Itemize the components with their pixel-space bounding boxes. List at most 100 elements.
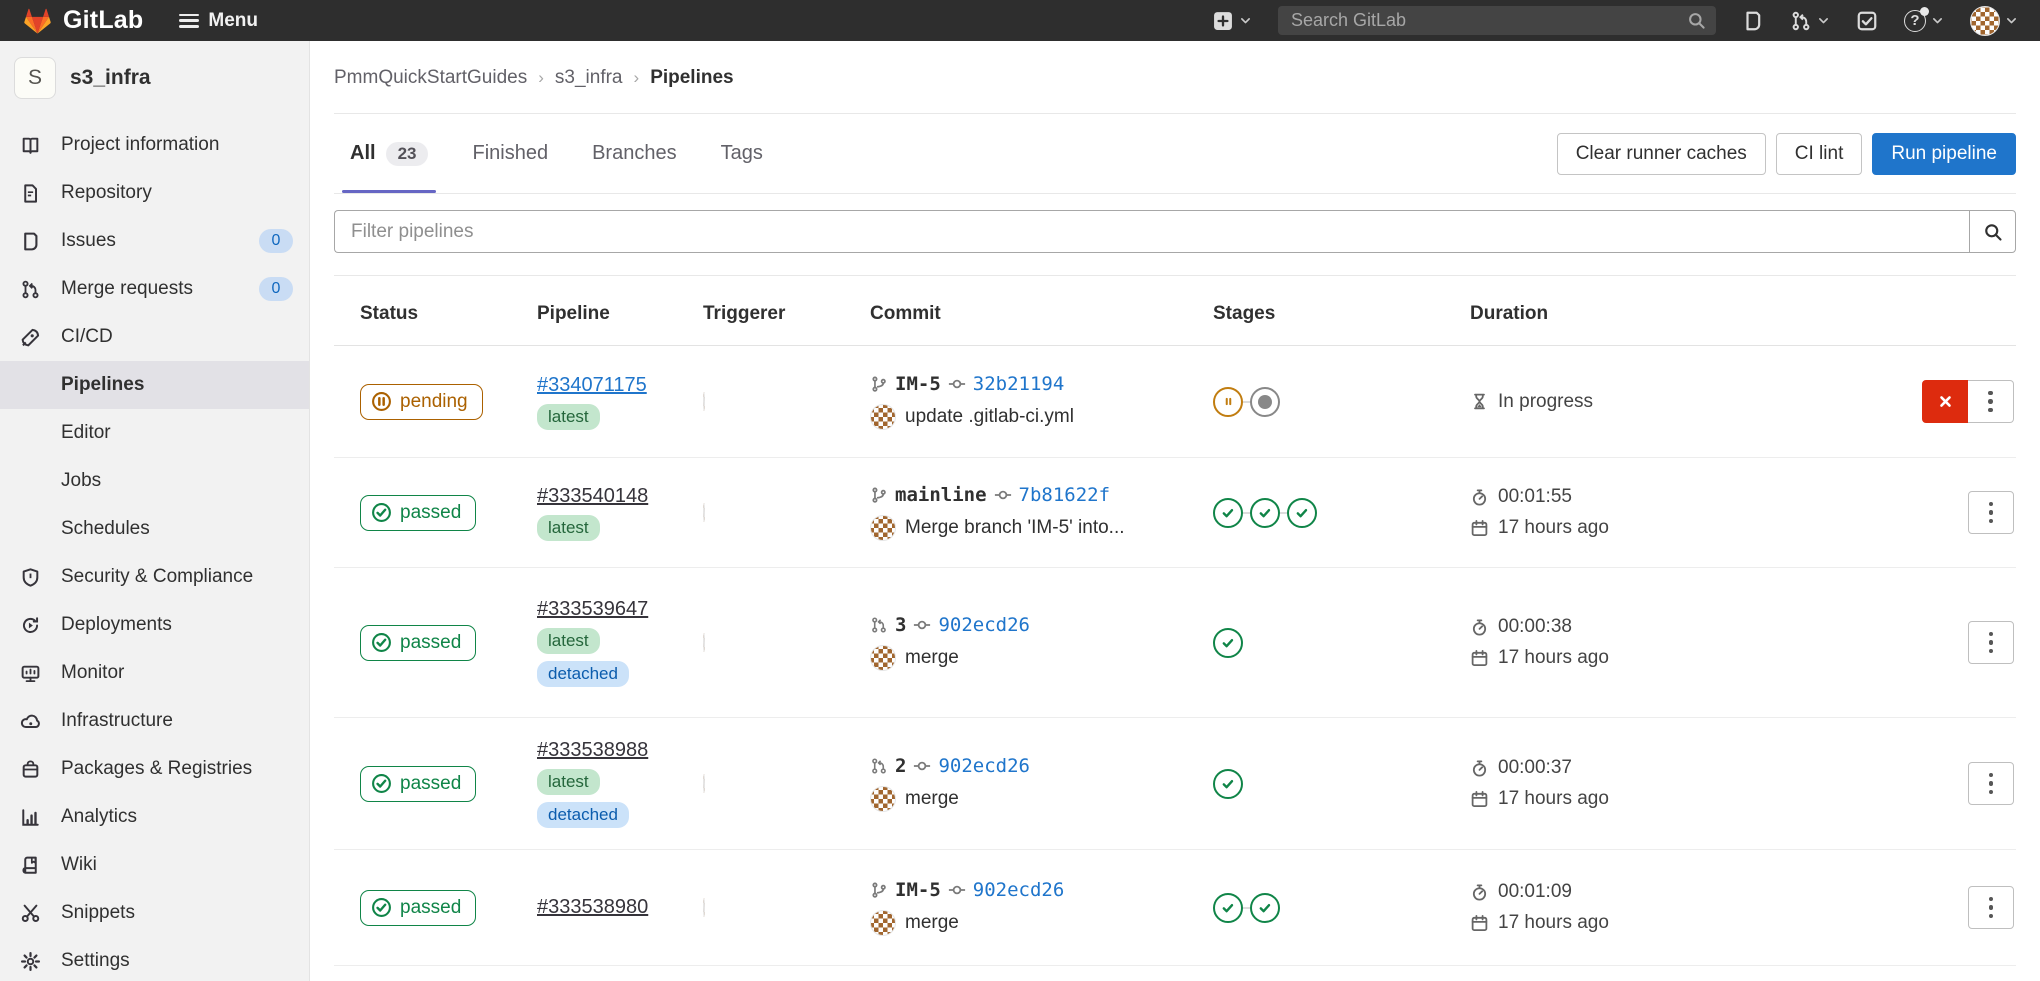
merge-requests-shortcut-button[interactable]	[1790, 10, 1830, 32]
project-context-header[interactable]: S s3_infra	[0, 41, 309, 113]
sidebar-item-cicd[interactable]: CI/CD	[0, 313, 309, 361]
cancel-pipeline-button[interactable]	[1922, 380, 1968, 423]
menu-button[interactable]: Menu	[179, 10, 258, 32]
commit-message-link[interactable]: Merge branch 'IM-5' into...	[905, 517, 1125, 539]
pipeline-row: passed #333538980 IM-5 902ecd26 merge 0	[334, 850, 2016, 966]
triggerer-avatar[interactable]	[703, 633, 705, 652]
run-pipeline-button[interactable]: Run pipeline	[1872, 133, 2016, 175]
sidebar-item-issues[interactable]: Issues 0	[0, 217, 309, 265]
commit-message-link[interactable]: merge	[905, 788, 959, 810]
ref-link[interactable]: 3	[895, 614, 906, 636]
stage-passed-icon[interactable]	[1287, 498, 1317, 528]
pipeline-link[interactable]: #333538988	[537, 739, 648, 762]
new-menu-button[interactable]	[1212, 10, 1252, 32]
pipeline-actions-menu-button[interactable]	[1968, 621, 2014, 664]
sidebar-item-merge-requests[interactable]: Merge requests 0	[0, 265, 309, 313]
check-circle-icon	[371, 897, 392, 918]
package-icon	[20, 759, 41, 780]
stage-pending-icon[interactable]	[1213, 387, 1243, 417]
tab-finished[interactable]: Finished	[472, 114, 548, 193]
commit-message-link[interactable]: update .gitlab-ci.yml	[905, 406, 1074, 428]
triggerer-avatar[interactable]	[703, 774, 705, 793]
sidebar-item-infrastructure[interactable]: Infrastructure	[0, 697, 309, 745]
ref-link[interactable]: IM-5	[895, 373, 941, 395]
global-search[interactable]	[1278, 6, 1716, 35]
issues-shortcut-button[interactable]	[1742, 10, 1764, 32]
ci-lint-button[interactable]: CI lint	[1776, 133, 1863, 175]
commit-sha-link[interactable]: 902ecd26	[938, 755, 1030, 777]
sidebar-item-project-information[interactable]: Project information	[0, 121, 309, 169]
pipeline-link[interactable]: #333539647	[537, 598, 648, 621]
pipeline-link[interactable]: #333540148	[537, 485, 648, 508]
tab-tags[interactable]: Tags	[721, 114, 763, 193]
status-badge-pending[interactable]: pending	[360, 384, 483, 420]
breadcrumb-project-link[interactable]: s3_infra	[555, 67, 623, 89]
filter-pipelines-input[interactable]	[334, 210, 1969, 253]
pipeline-link[interactable]: #334071175	[537, 374, 647, 397]
sidebar-item-repository[interactable]: Repository	[0, 169, 309, 217]
triggerer-avatar[interactable]	[703, 503, 705, 522]
commit-author-avatar[interactable]	[870, 404, 896, 430]
commit-author-avatar[interactable]	[870, 910, 896, 936]
sidebar-item-security-compliance[interactable]: Security & Compliance	[0, 553, 309, 601]
stage-passed-icon[interactable]	[1213, 628, 1243, 658]
tab-all[interactable]: All 23	[350, 114, 428, 193]
wiki-icon	[20, 855, 41, 876]
stage-passed-icon[interactable]	[1250, 498, 1280, 528]
commit-author-avatar[interactable]	[870, 645, 896, 671]
stage-connector	[1243, 401, 1250, 403]
gitlab-home-link[interactable]: GitLab	[22, 6, 143, 36]
sidebar-item-deployments[interactable]: Deployments	[0, 601, 309, 649]
commit-message-link[interactable]: merge	[905, 912, 959, 934]
filter-search-button[interactable]	[1969, 210, 2016, 253]
clear-runner-caches-button[interactable]: Clear runner caches	[1557, 133, 1766, 175]
pipeline-actions-menu-button[interactable]	[1968, 762, 2014, 805]
pipeline-actions-menu-button[interactable]	[1968, 886, 2014, 929]
status-badge-passed[interactable]: passed	[360, 625, 476, 661]
triggerer-avatar[interactable]	[703, 392, 705, 411]
ref-link[interactable]: IM-5	[895, 879, 941, 901]
chevron-down-icon	[1931, 14, 1944, 27]
stopwatch-icon	[1470, 759, 1489, 778]
sidebar-item-wiki[interactable]: Wiki	[0, 841, 309, 889]
todos-shortcut-button[interactable]	[1856, 10, 1878, 32]
sidebar-item-packages-registries[interactable]: Packages & Registries	[0, 745, 309, 793]
search-input[interactable]	[1291, 10, 1687, 31]
sidebar-item-analytics[interactable]: Analytics	[0, 793, 309, 841]
sidebar-item-monitor[interactable]: Monitor	[0, 649, 309, 697]
help-menu-button[interactable]: ?	[1904, 10, 1944, 32]
stage-passed-icon[interactable]	[1213, 893, 1243, 923]
pipeline-actions-menu-button[interactable]	[1968, 380, 2014, 423]
sidebar-item-settings[interactable]: Settings	[0, 937, 309, 981]
stage-created-icon[interactable]	[1250, 387, 1280, 417]
commit-sha-link[interactable]: 902ecd26	[973, 879, 1065, 901]
ref-link[interactable]: 2	[895, 755, 906, 777]
sidebar-item-snippets[interactable]: Snippets	[0, 889, 309, 937]
merge-requests-count-badge: 0	[259, 277, 293, 301]
sidebar-item-pipelines[interactable]: Pipelines	[0, 361, 309, 409]
stage-passed-icon[interactable]	[1213, 498, 1243, 528]
commit-author-avatar[interactable]	[870, 515, 896, 541]
stage-passed-icon[interactable]	[1250, 893, 1280, 923]
commit-message-link[interactable]: merge	[905, 647, 959, 669]
tab-branches[interactable]: Branches	[592, 114, 677, 193]
commit-sha-link[interactable]: 902ecd26	[938, 614, 1030, 636]
stage-passed-icon[interactable]	[1213, 769, 1243, 799]
pipeline-actions-menu-button[interactable]	[1968, 491, 2014, 534]
commit-author-avatar[interactable]	[870, 786, 896, 812]
sidebar-item-jobs[interactable]: Jobs	[0, 457, 309, 505]
commit-sha-link[interactable]: 32b21194	[973, 373, 1065, 395]
commit-icon	[994, 486, 1012, 504]
ref-link[interactable]: mainline	[895, 484, 987, 506]
triggerer-avatar[interactable]	[703, 898, 705, 917]
kebab-icon	[1989, 897, 1994, 919]
breadcrumb-group-link[interactable]: PmmQuickStartGuides	[334, 67, 527, 89]
commit-sha-link[interactable]: 7b81622f	[1019, 484, 1111, 506]
sidebar-item-schedules[interactable]: Schedules	[0, 505, 309, 553]
sidebar-item-editor[interactable]: Editor	[0, 409, 309, 457]
status-badge-passed[interactable]: passed	[360, 890, 476, 926]
status-badge-passed[interactable]: passed	[360, 766, 476, 802]
status-badge-passed[interactable]: passed	[360, 495, 476, 531]
pipeline-link[interactable]: #333538980	[537, 896, 648, 919]
user-menu-button[interactable]	[1970, 6, 2018, 36]
